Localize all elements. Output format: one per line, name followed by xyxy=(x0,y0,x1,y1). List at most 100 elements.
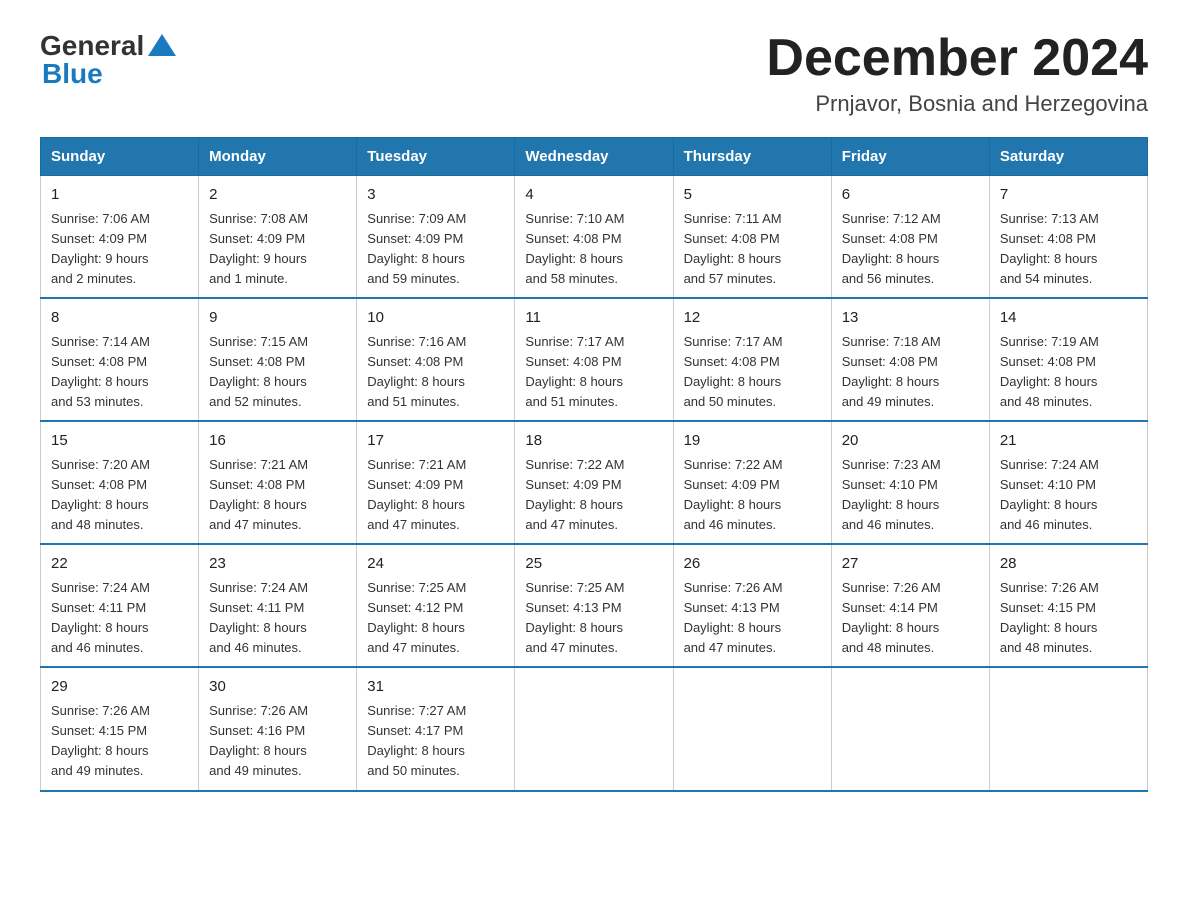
day-info: Sunrise: 7:24 AM Sunset: 4:11 PM Dayligh… xyxy=(209,580,308,655)
day-cell: 25Sunrise: 7:25 AM Sunset: 4:13 PM Dayli… xyxy=(515,544,673,667)
header-tuesday: Tuesday xyxy=(357,138,515,176)
day-number: 6 xyxy=(842,184,979,207)
day-cell: 14 Sunrise: 7:19 AM Sunset: 4:08 PM Dayli… xyxy=(989,298,1147,421)
calendar-table: SundayMondayTuesdayWednesdayThursdayFrid… xyxy=(40,137,1148,791)
week-row-5: 29Sunrise: 7:26 AM Sunset: 4:15 PM Dayli… xyxy=(41,667,1148,790)
day-number: 27 xyxy=(842,553,979,576)
day-number: 14 xyxy=(1000,307,1137,330)
day-number: 9 xyxy=(209,307,346,330)
day-number: 18 xyxy=(525,430,662,453)
day-info: Sunrise: 7:25 AM Sunset: 4:12 PM Dayligh… xyxy=(367,580,466,655)
day-cell: 5 Sunrise: 7:11 AM Sunset: 4:08 PM Daylig… xyxy=(673,176,831,299)
day-number: 8 xyxy=(51,307,188,330)
day-info: Sunrise: 7:23 AM Sunset: 4:10 PM Dayligh… xyxy=(842,457,941,532)
day-number: 31 xyxy=(367,676,504,699)
day-number: 23 xyxy=(209,553,346,576)
day-cell: 20 Sunrise: 7:23 AM Sunset: 4:10 PM Dayli… xyxy=(831,421,989,544)
day-cell: 30 Sunrise: 7:26 AM Sunset: 4:16 PM Dayli… xyxy=(199,667,357,790)
day-number: 25 xyxy=(525,553,662,576)
day-number: 16 xyxy=(209,430,346,453)
day-number: 1 xyxy=(51,184,188,207)
day-info: Sunrise: 7:21 AM Sunset: 4:09 PM Dayligh… xyxy=(367,457,466,532)
day-info: Sunrise: 7:17 AM Sunset: 4:08 PM Dayligh… xyxy=(684,334,783,409)
day-info: Sunrise: 7:11 AM Sunset: 4:08 PM Dayligh… xyxy=(684,211,782,286)
day-info: Sunrise: 7:26 AM Sunset: 4:15 PM Dayligh… xyxy=(51,703,150,778)
logo-triangle-icon xyxy=(148,34,176,56)
day-cell: 13 Sunrise: 7:18 AM Sunset: 4:08 PM Dayli… xyxy=(831,298,989,421)
day-cell xyxy=(515,667,673,790)
day-info: Sunrise: 7:26 AM Sunset: 4:14 PM Dayligh… xyxy=(842,580,941,655)
day-info: Sunrise: 7:22 AM Sunset: 4:09 PM Dayligh… xyxy=(525,457,624,532)
day-cell: 29Sunrise: 7:26 AM Sunset: 4:15 PM Dayli… xyxy=(41,667,199,790)
day-cell: 9 Sunrise: 7:15 AM Sunset: 4:08 PM Daylig… xyxy=(199,298,357,421)
day-info: Sunrise: 7:15 AM Sunset: 4:08 PM Dayligh… xyxy=(209,334,308,409)
day-number: 26 xyxy=(684,553,821,576)
day-number: 22 xyxy=(51,553,188,576)
day-cell: 2 Sunrise: 7:08 AM Sunset: 4:09 PM Daylig… xyxy=(199,176,357,299)
day-info: Sunrise: 7:22 AM Sunset: 4:09 PM Dayligh… xyxy=(684,457,783,532)
day-number: 12 xyxy=(684,307,821,330)
title-block: December 2024 Prnjavor, Bosnia and Herze… xyxy=(766,30,1148,117)
page-header: General Blue December 2024 Prnjavor, Bos… xyxy=(40,30,1148,117)
header-monday: Monday xyxy=(199,138,357,176)
header-thursday: Thursday xyxy=(673,138,831,176)
day-cell: 6Sunrise: 7:12 AM Sunset: 4:08 PM Daylig… xyxy=(831,176,989,299)
subtitle: Prnjavor, Bosnia and Herzegovina xyxy=(766,91,1148,117)
week-row-4: 22 Sunrise: 7:24 AM Sunset: 4:11 PM Dayli… xyxy=(41,544,1148,667)
day-info: Sunrise: 7:24 AM Sunset: 4:11 PM Dayligh… xyxy=(51,580,150,655)
day-number: 2 xyxy=(209,184,346,207)
week-row-3: 15 Sunrise: 7:20 AM Sunset: 4:08 PM Dayli… xyxy=(41,421,1148,544)
day-number: 28 xyxy=(1000,553,1137,576)
logo-blue-text: Blue xyxy=(42,58,103,90)
day-number: 24 xyxy=(367,553,504,576)
day-number: 30 xyxy=(209,676,346,699)
day-info: Sunrise: 7:24 AM Sunset: 4:10 PM Dayligh… xyxy=(1000,457,1099,532)
header-wednesday: Wednesday xyxy=(515,138,673,176)
day-info: Sunrise: 7:26 AM Sunset: 4:13 PM Dayligh… xyxy=(684,580,783,655)
day-cell: 16 Sunrise: 7:21 AM Sunset: 4:08 PM Dayli… xyxy=(199,421,357,544)
day-info: Sunrise: 7:20 AM Sunset: 4:08 PM Dayligh… xyxy=(51,457,150,532)
day-cell: 18 Sunrise: 7:22 AM Sunset: 4:09 PM Dayli… xyxy=(515,421,673,544)
calendar-header-row: SundayMondayTuesdayWednesdayThursdayFrid… xyxy=(41,138,1148,176)
day-info: Sunrise: 7:08 AM Sunset: 4:09 PM Dayligh… xyxy=(209,211,308,286)
day-info: Sunrise: 7:14 AM Sunset: 4:08 PM Dayligh… xyxy=(51,334,150,409)
day-number: 10 xyxy=(367,307,504,330)
week-row-1: 1 Sunrise: 7:06 AM Sunset: 4:09 PM Daylig… xyxy=(41,176,1148,299)
day-info: Sunrise: 7:16 AM Sunset: 4:08 PM Dayligh… xyxy=(367,334,466,409)
header-friday: Friday xyxy=(831,138,989,176)
day-cell: 17 Sunrise: 7:21 AM Sunset: 4:09 PM Dayli… xyxy=(357,421,515,544)
day-number: 4 xyxy=(525,184,662,207)
day-info: Sunrise: 7:26 AM Sunset: 4:16 PM Dayligh… xyxy=(209,703,308,778)
day-info: Sunrise: 7:09 AM Sunset: 4:09 PM Dayligh… xyxy=(367,211,466,286)
day-cell: 12 Sunrise: 7:17 AM Sunset: 4:08 PM Dayli… xyxy=(673,298,831,421)
day-info: Sunrise: 7:18 AM Sunset: 4:08 PM Dayligh… xyxy=(842,334,941,409)
day-info: Sunrise: 7:21 AM Sunset: 4:08 PM Dayligh… xyxy=(209,457,308,532)
day-cell: 24 Sunrise: 7:25 AM Sunset: 4:12 PM Dayli… xyxy=(357,544,515,667)
day-number: 20 xyxy=(842,430,979,453)
day-number: 15 xyxy=(51,430,188,453)
day-number: 21 xyxy=(1000,430,1137,453)
day-number: 7 xyxy=(1000,184,1137,207)
day-number: 13 xyxy=(842,307,979,330)
day-info: Sunrise: 7:06 AM Sunset: 4:09 PM Dayligh… xyxy=(51,211,150,286)
day-info: Sunrise: 7:26 AM Sunset: 4:15 PM Dayligh… xyxy=(1000,580,1099,655)
main-title: December 2024 xyxy=(766,30,1148,87)
day-cell xyxy=(989,667,1147,790)
day-cell: 28 Sunrise: 7:26 AM Sunset: 4:15 PM Dayli… xyxy=(989,544,1147,667)
day-number: 3 xyxy=(367,184,504,207)
day-number: 5 xyxy=(684,184,821,207)
day-cell: 22 Sunrise: 7:24 AM Sunset: 4:11 PM Dayli… xyxy=(41,544,199,667)
day-cell: 8 Sunrise: 7:14 AM Sunset: 4:08 PM Daylig… xyxy=(41,298,199,421)
week-row-2: 8 Sunrise: 7:14 AM Sunset: 4:08 PM Daylig… xyxy=(41,298,1148,421)
day-number: 11 xyxy=(525,307,662,330)
day-cell: 19Sunrise: 7:22 AM Sunset: 4:09 PM Dayli… xyxy=(673,421,831,544)
logo: General Blue xyxy=(40,30,176,90)
day-info: Sunrise: 7:19 AM Sunset: 4:08 PM Dayligh… xyxy=(1000,334,1099,409)
day-info: Sunrise: 7:27 AM Sunset: 4:17 PM Dayligh… xyxy=(367,703,466,778)
day-cell: 3 Sunrise: 7:09 AM Sunset: 4:09 PM Daylig… xyxy=(357,176,515,299)
day-info: Sunrise: 7:13 AM Sunset: 4:08 PM Dayligh… xyxy=(1000,211,1099,286)
day-cell: 1 Sunrise: 7:06 AM Sunset: 4:09 PM Daylig… xyxy=(41,176,199,299)
day-cell xyxy=(673,667,831,790)
day-number: 17 xyxy=(367,430,504,453)
day-cell: 10 Sunrise: 7:16 AM Sunset: 4:08 PM Dayli… xyxy=(357,298,515,421)
